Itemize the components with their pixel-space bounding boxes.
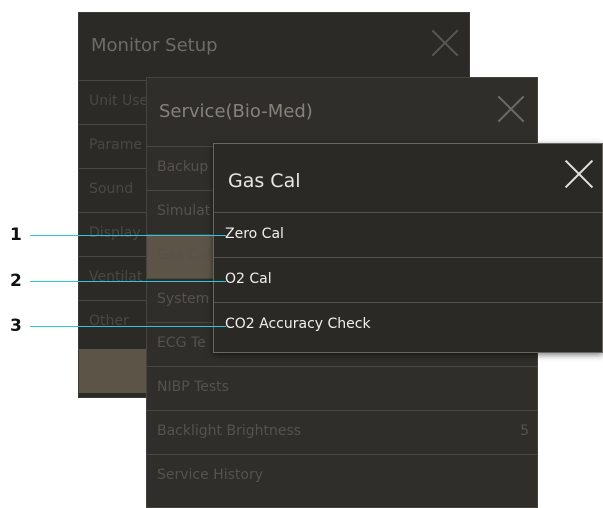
co2-accuracy-check-button[interactable]: CO2 Accuracy Check [214,302,602,347]
callout-line [30,281,226,282]
callout-number: 2 [10,271,22,291]
monitor-setup-selection-highlight [79,349,151,393]
callout-number: 3 [10,316,22,336]
service-item[interactable]: NIBP Tests [147,366,537,410]
callout-3: 3 [0,316,230,336]
zero-cal-button[interactable]: Zero Cal [214,212,602,257]
monitor-setup-title: Monitor Setup [91,35,218,56]
monitor-setup-close-icon[interactable] [431,29,459,57]
callout-number: 1 [10,225,22,245]
callout-2: 2 [0,271,230,291]
o2-cal-button[interactable]: O2 Cal [214,257,602,302]
callout-line [30,326,226,327]
service-title: Service(Bio-Med) [159,101,313,122]
service-close-icon[interactable] [497,95,525,123]
gas-cal-dialog: Gas Cal Zero Cal O2 Cal CO2 Accuracy Che… [213,143,603,353]
backlight-value: 5 [520,423,529,439]
gas-cal-title: Gas Cal [228,170,301,192]
service-item[interactable]: Service History [147,454,537,498]
gas-cal-close-icon[interactable] [564,160,592,188]
callout-line [30,235,226,236]
callout-1: 1 [0,225,230,245]
service-item[interactable]: Backlight Brightness 5 [147,410,537,454]
